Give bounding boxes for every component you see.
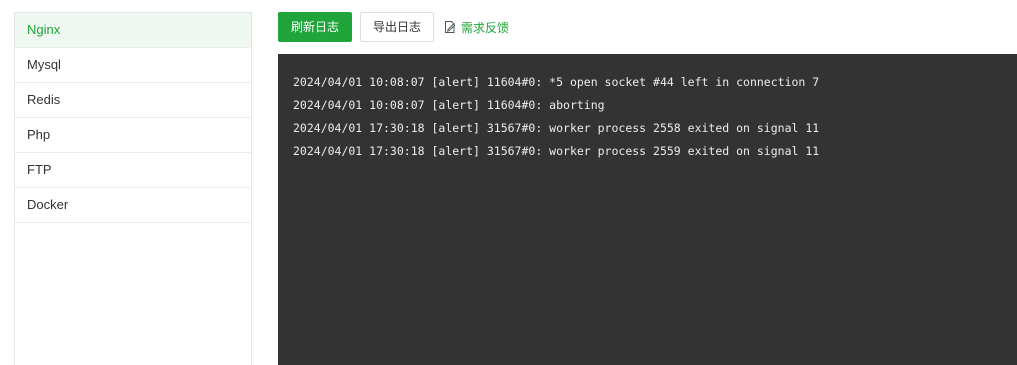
- sidebar-item-redis[interactable]: Redis: [15, 83, 251, 118]
- sidebar-item-mysql[interactable]: Mysql: [15, 48, 251, 83]
- log-output-panel[interactable]: 2024/04/01 10:08:07 [alert] 11604#0: *5 …: [278, 54, 1017, 365]
- edit-icon: [443, 20, 457, 34]
- sidebar-item-ftp[interactable]: FTP: [15, 153, 251, 188]
- export-log-button[interactable]: 导出日志: [360, 12, 435, 42]
- sidebar-item-docker[interactable]: Docker: [15, 188, 251, 223]
- log-line: 2024/04/01 17:30:18 [alert] 31567#0: wor…: [293, 144, 820, 158]
- refresh-log-button[interactable]: 刷新日志: [278, 12, 353, 42]
- log-line: 2024/04/01 10:08:07 [alert] 11604#0: abo…: [293, 98, 605, 112]
- sidebar-item-php[interactable]: Php: [15, 118, 251, 153]
- sidebar-item-nginx[interactable]: Nginx: [15, 13, 251, 48]
- log-viewer-page: Nginx Mysql Redis Php FTP Docker 刷新日志 导出…: [0, 0, 1017, 365]
- feedback-label: 需求反馈: [461, 20, 510, 35]
- log-category-sidebar: Nginx Mysql Redis Php FTP Docker: [14, 12, 252, 365]
- feedback-link[interactable]: 需求反馈: [443, 19, 509, 36]
- log-line: 2024/04/01 17:30:18 [alert] 31567#0: wor…: [293, 121, 820, 135]
- log-toolbar: 刷新日志 导出日志 需求反馈: [278, 12, 509, 42]
- log-line: 2024/04/01 10:08:07 [alert] 11604#0: *5 …: [293, 75, 820, 89]
